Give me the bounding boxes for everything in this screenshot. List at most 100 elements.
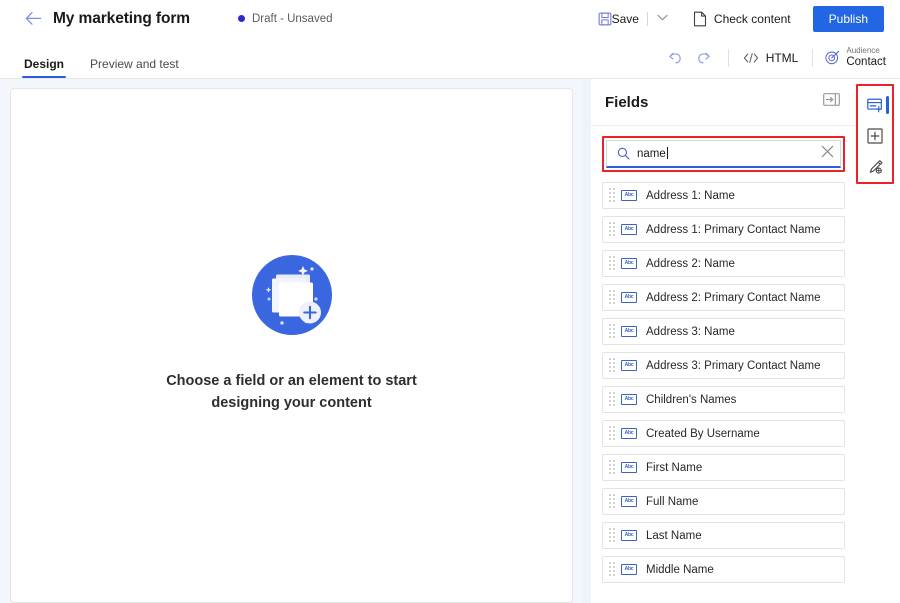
publish-button[interactable]: Publish bbox=[812, 5, 884, 32]
toolbar-divider-2 bbox=[812, 48, 814, 67]
field-item-label: Full Name bbox=[646, 495, 699, 508]
add-element-icon bbox=[867, 128, 883, 144]
empty-state-text: Choose a field or an element to start de… bbox=[157, 371, 427, 413]
tab-list: Design Preview and test bbox=[22, 37, 203, 78]
field-item-label: Children's Names bbox=[646, 393, 737, 406]
panel-collapse-icon bbox=[823, 93, 840, 106]
panel-collapse-button[interactable] bbox=[823, 93, 840, 111]
close-x-icon bbox=[821, 145, 834, 157]
field-item-label: Address 3: Primary Contact Name bbox=[646, 359, 821, 372]
drag-handle-icon[interactable] bbox=[609, 187, 618, 204]
panel-splitter[interactable] bbox=[583, 79, 591, 603]
rail-background bbox=[858, 182, 892, 603]
tool-rail bbox=[858, 86, 892, 182]
save-button[interactable]: Save bbox=[598, 11, 671, 26]
fields-list[interactable]: Abc Address 1: Name Abc Address 1: Primary … bbox=[591, 178, 856, 603]
drag-handle-icon[interactable] bbox=[609, 425, 618, 442]
abc-text-field-icon: Abc bbox=[621, 224, 637, 235]
abc-text-field-icon: Abc bbox=[621, 530, 637, 541]
field-list-item[interactable]: Abc Address 3: Primary Contact Name bbox=[602, 352, 845, 379]
field-item-label: First Name bbox=[646, 461, 703, 474]
toolbar-divider bbox=[727, 48, 729, 67]
field-list-item[interactable]: Abc Full Name bbox=[602, 488, 845, 515]
field-item-label: Middle Name bbox=[646, 563, 714, 576]
audience-superlabel: Audience bbox=[846, 46, 880, 56]
check-content-label: Check content bbox=[713, 11, 791, 26]
command-bar-actions: HTML Audience Contact bbox=[660, 43, 890, 73]
back-button[interactable] bbox=[18, 4, 48, 34]
field-list-item[interactable]: Abc Address 2: Name bbox=[602, 250, 845, 277]
field-list-item[interactable]: Abc Address 1: Primary Contact Name bbox=[602, 216, 845, 243]
field-list-item[interactable]: Abc Address 1: Name bbox=[602, 182, 845, 209]
rail-button-fields[interactable] bbox=[859, 90, 891, 121]
field-list-item[interactable]: Abc Children's Names bbox=[602, 386, 845, 413]
empty-state-line1: Choose a field or an element to start bbox=[166, 373, 417, 390]
html-button[interactable]: HTML bbox=[737, 51, 805, 65]
field-list-item[interactable]: Abc Last Name bbox=[602, 522, 845, 549]
save-label: Save bbox=[611, 11, 639, 26]
rail-button-styles[interactable] bbox=[859, 151, 891, 182]
abc-text-field-icon: Abc bbox=[621, 326, 637, 337]
drag-handle-icon[interactable] bbox=[609, 357, 618, 374]
field-item-label: Created By Username bbox=[646, 427, 760, 440]
fields-panel-title: Fields bbox=[605, 93, 649, 111]
canvas-empty-state: Choose a field or an element to start de… bbox=[157, 249, 427, 413]
check-content-button[interactable]: Check content bbox=[687, 7, 797, 31]
abc-text-field-icon: Abc bbox=[621, 360, 637, 371]
abc-text-field-icon: Abc bbox=[621, 394, 637, 405]
undo-button[interactable] bbox=[660, 43, 690, 73]
drag-handle-icon[interactable] bbox=[609, 221, 618, 238]
field-item-label: Address 1: Primary Contact Name bbox=[646, 223, 821, 236]
drag-handle-icon[interactable] bbox=[609, 561, 618, 578]
status-dot bbox=[237, 15, 245, 22]
code-brackets-icon bbox=[743, 52, 758, 63]
abc-text-field-icon: Abc bbox=[621, 190, 637, 201]
app-header: My marketing form Draft - Unsaved Save C… bbox=[0, 0, 900, 37]
field-item-label: Last Name bbox=[646, 529, 702, 542]
drag-handle-icon[interactable] bbox=[609, 459, 618, 476]
save-floppy-icon bbox=[598, 12, 611, 25]
field-list-item[interactable]: Abc Address 3: Name bbox=[602, 318, 845, 345]
form-canvas[interactable]: Choose a field or an element to start de… bbox=[10, 88, 573, 603]
design-canvas-area: Choose a field or an element to start de… bbox=[0, 79, 583, 603]
field-list-item[interactable]: Abc Middle Name bbox=[602, 556, 845, 583]
tab-preview-and-test[interactable]: Preview and test bbox=[88, 58, 181, 78]
fields-panel: Fields name Abc Address 1: Name Abc Addr… bbox=[591, 79, 856, 603]
abc-text-field-icon: Abc bbox=[621, 428, 637, 439]
stacked-cards-plus-illustration bbox=[251, 255, 332, 336]
chevron-down-icon[interactable] bbox=[654, 13, 671, 24]
search-clear-button[interactable] bbox=[821, 145, 834, 163]
drag-handle-icon[interactable] bbox=[609, 255, 618, 272]
abc-text-field-icon: Abc bbox=[621, 496, 637, 507]
search-highlight-box: name bbox=[602, 136, 845, 172]
audience-button[interactable]: Audience Contact bbox=[821, 46, 890, 68]
drag-handle-icon[interactable] bbox=[609, 323, 618, 340]
field-list-item[interactable]: Abc Address 2: Primary Contact Name bbox=[602, 284, 845, 311]
status-badge: Draft - Unsaved bbox=[237, 12, 333, 25]
abc-text-field-icon: Abc bbox=[621, 564, 637, 575]
field-item-label: Address 1: Name bbox=[646, 189, 735, 202]
search-value-text: name bbox=[637, 148, 666, 160]
search-icon bbox=[613, 147, 633, 160]
audience-text: Audience Contact bbox=[846, 46, 886, 67]
search-input[interactable]: name bbox=[606, 140, 841, 168]
search-input-value: name bbox=[637, 147, 668, 160]
field-list-item[interactable]: Abc Created By Username bbox=[602, 420, 845, 447]
redo-button[interactable] bbox=[690, 43, 720, 73]
redo-icon bbox=[698, 52, 710, 64]
arrow-left-icon bbox=[25, 11, 41, 25]
status-label: Draft - Unsaved bbox=[251, 12, 333, 25]
fields-panel-header: Fields bbox=[591, 79, 856, 126]
drag-handle-icon[interactable] bbox=[609, 527, 618, 544]
fields-panel-icon bbox=[866, 98, 882, 113]
field-item-label: Address 2: Primary Contact Name bbox=[646, 291, 821, 304]
field-list-item[interactable]: Abc First Name bbox=[602, 454, 845, 481]
header-actions: Save Check content Publish bbox=[598, 0, 884, 37]
drag-handle-icon[interactable] bbox=[609, 493, 618, 510]
drag-handle-icon[interactable] bbox=[609, 391, 618, 408]
tab-design[interactable]: Design bbox=[22, 58, 67, 78]
styles-brush-icon bbox=[869, 159, 882, 174]
drag-handle-icon[interactable] bbox=[609, 289, 618, 306]
rail-button-add-element[interactable] bbox=[859, 121, 891, 152]
html-label: HTML bbox=[765, 50, 799, 65]
